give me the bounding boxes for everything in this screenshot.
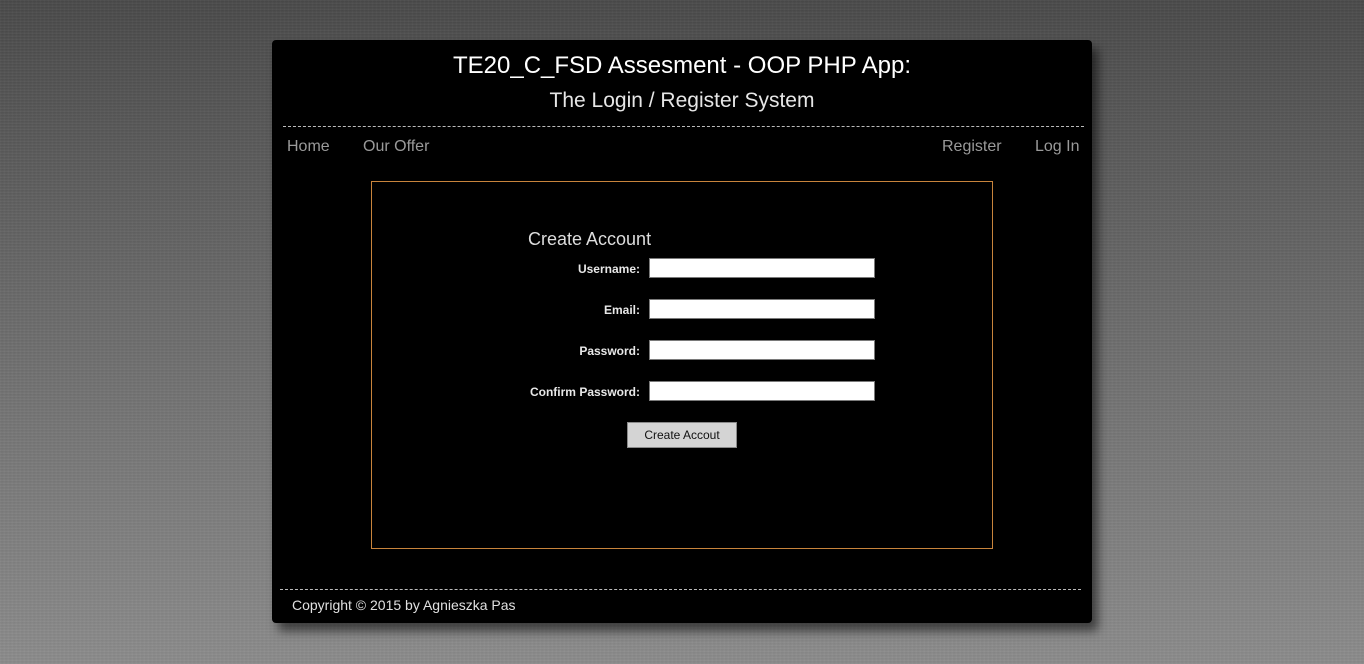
form-heading: Create Account — [528, 229, 652, 249]
main-panel: TE20_C_FSD Assesment - OOP PHP App: The … — [272, 40, 1092, 623]
footer-copyright: Copyright © 2015 by Agnieszka Pas — [292, 597, 516, 613]
confirm-password-label: Confirm Password: — [529, 385, 640, 399]
footer-divider — [280, 589, 1081, 590]
nav-register-link[interactable]: Register — [942, 137, 1002, 157]
password-input[interactable] — [649, 340, 875, 360]
confirm-password-input[interactable] — [649, 381, 875, 401]
password-label: Password: — [579, 344, 640, 358]
email-input[interactable] — [649, 299, 875, 319]
page-title: TE20_C_FSD Assesment - OOP PHP App: — [453, 52, 911, 79]
username-label: Username: — [577, 262, 640, 276]
page-subtitle: The Login / Register System — [549, 89, 815, 112]
email-label: Email: — [603, 303, 640, 317]
nav-login-link[interactable]: Log In — [1035, 137, 1079, 157]
header-divider — [283, 126, 1084, 127]
create-account-button[interactable]: Create Accout — [627, 422, 737, 448]
nav-our-offer-link[interactable]: Our Offer — [363, 137, 429, 157]
username-input[interactable] — [649, 258, 875, 278]
nav-home-link[interactable]: Home — [287, 137, 330, 157]
content-box: Create Account Username: Email: Password… — [371, 181, 993, 549]
